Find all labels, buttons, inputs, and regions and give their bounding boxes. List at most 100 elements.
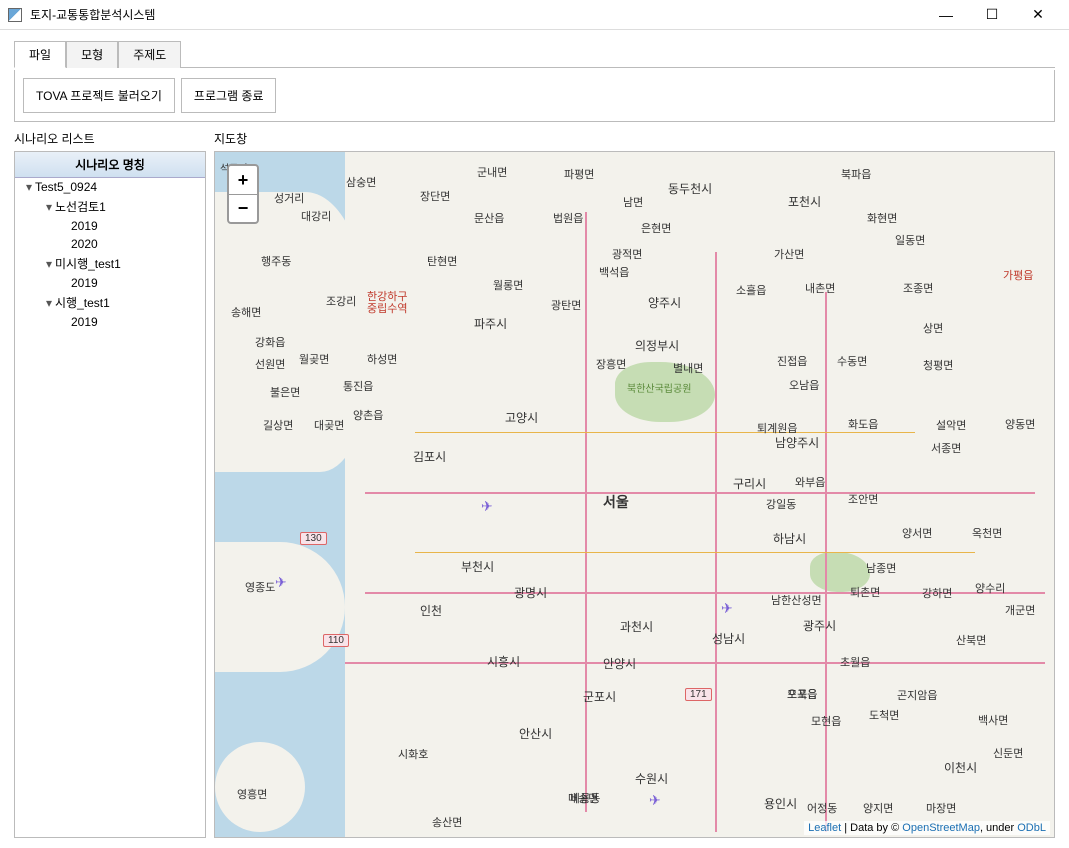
map-label: 매송면 xyxy=(568,790,598,806)
main-tabs: 파일 모형 주제도 xyxy=(14,40,1055,68)
map-label: 은현면 xyxy=(641,220,671,236)
map-label: 영종도 xyxy=(245,579,275,595)
map-label: 양수리 xyxy=(975,580,1005,596)
map-label: 가산면 xyxy=(774,246,804,262)
map-label: 월롱면 xyxy=(493,277,523,293)
map-label: 가평읍 xyxy=(1003,267,1033,283)
minimize-button[interactable]: — xyxy=(923,0,969,30)
chevron-down-icon[interactable]: ▾ xyxy=(43,257,55,271)
map-label: 산북면 xyxy=(956,632,986,648)
map-label: 개군면 xyxy=(1005,602,1035,618)
map-label: 백석읍 xyxy=(599,264,629,280)
maximize-button[interactable]: ☐ xyxy=(969,0,1015,30)
map-label: 북파읍 xyxy=(841,166,871,182)
tree-node[interactable]: ▾시행_test1 xyxy=(15,292,205,313)
map-label: 북한산국립공원 xyxy=(627,384,691,395)
tab-model[interactable]: 모형 xyxy=(66,41,118,68)
map-label: 광적면 xyxy=(612,246,642,262)
map-label: 백사면 xyxy=(978,712,1008,728)
map-label: 남한산성면 xyxy=(771,592,822,608)
map-label: 시흥시 xyxy=(487,653,520,670)
map-label: 선원면 xyxy=(255,356,285,372)
close-button[interactable]: ✕ xyxy=(1015,0,1061,30)
zoom-in-button[interactable]: + xyxy=(229,166,257,194)
map-label: 안산시 xyxy=(519,725,552,742)
map-label: 와부읍 xyxy=(795,474,825,490)
map-label: 광주시 xyxy=(803,617,836,634)
airport-icon: ✈ xyxy=(649,792,661,809)
map-label: 퇴계원읍 xyxy=(757,420,797,436)
toolbar: TOVA 프로젝트 불러오기 프로그램 종료 xyxy=(14,70,1055,122)
load-project-button[interactable]: TOVA 프로젝트 불러오기 xyxy=(23,78,175,113)
map-label: 파주시 xyxy=(474,315,507,332)
map-label: 광명시 xyxy=(514,584,547,601)
map-label: 양지면 xyxy=(863,800,893,816)
map-label: 길상면 xyxy=(263,417,293,433)
map-label: 남면 xyxy=(623,194,643,210)
route-badge: 110 xyxy=(323,634,349,647)
map-label: 오남읍 xyxy=(789,377,819,393)
map-label: 상면 xyxy=(923,320,943,336)
map-label: 통진읍 xyxy=(343,378,373,394)
map-label: 송해면 xyxy=(231,304,261,320)
exit-program-button[interactable]: 프로그램 종료 xyxy=(181,78,277,113)
route-badge: 130 xyxy=(300,532,327,545)
map-label: 초월읍 xyxy=(840,654,870,670)
odbl-link[interactable]: ODbL xyxy=(1017,822,1046,834)
chevron-down-icon[interactable]: ▾ xyxy=(23,180,35,194)
map-label: 조강리 xyxy=(326,293,356,309)
map-label: 안양시 xyxy=(603,655,636,672)
map-label: 서종면 xyxy=(931,440,961,456)
tree-root[interactable]: ▾Test5_0924 xyxy=(15,178,205,196)
map-label: 의정부시 xyxy=(635,337,679,354)
zoom-out-button[interactable]: − xyxy=(229,194,257,222)
map-label: 월곶면 xyxy=(299,351,329,367)
tree-node[interactable]: ▾노선검토1 xyxy=(15,196,205,217)
map-pane-title: 지도창 xyxy=(214,130,1055,147)
window-title: 토지-교통통합분석시스템 xyxy=(30,6,155,23)
map-label: 퇴촌면 xyxy=(850,584,880,600)
tree-leaf[interactable]: 2019 xyxy=(15,217,205,235)
map-attribution: Leaflet | Data by © OpenStreetMap, under… xyxy=(804,821,1050,835)
tab-file[interactable]: 파일 xyxy=(14,41,66,68)
map-view[interactable]: + − 130 1 xyxy=(214,151,1055,838)
map-label: 김포시 xyxy=(413,448,446,465)
map-label: 광탄면 xyxy=(551,297,581,313)
map-label: 조안면 xyxy=(848,491,878,507)
map-label: 강화읍 xyxy=(255,334,285,350)
tree-node[interactable]: ▾미시행_test1 xyxy=(15,253,205,274)
map-label: 대강리 xyxy=(301,208,331,224)
map-label: 구리시 xyxy=(733,475,766,492)
map-label: 하남시 xyxy=(773,530,806,547)
chevron-down-icon[interactable]: ▾ xyxy=(43,200,55,214)
map-label: 행주동 xyxy=(261,253,291,269)
map-label: 강일동 xyxy=(766,496,796,512)
map-label: 남양주시 xyxy=(775,434,819,451)
map-label: 도척면 xyxy=(869,707,899,723)
map-label: 군포시 xyxy=(583,688,616,705)
tree-leaf[interactable]: 2019 xyxy=(15,274,205,292)
map-label: 고양시 xyxy=(505,409,538,426)
app-icon xyxy=(8,8,22,22)
scenario-tree[interactable]: 시나리오 명칭 ▾Test5_0924 ▾노선검토1 2019 2020 ▾미시… xyxy=(14,151,206,838)
map-label: 법원읍 xyxy=(553,210,583,226)
map-label: 영흥면 xyxy=(237,786,267,802)
tree-leaf[interactable]: 2020 xyxy=(15,235,205,253)
chevron-down-icon[interactable]: ▾ xyxy=(43,296,55,310)
map-label: 마장면 xyxy=(926,800,956,816)
map-label: 수원시 xyxy=(635,770,668,787)
map-label: 중립수역 xyxy=(367,300,407,316)
osm-link[interactable]: OpenStreetMap xyxy=(902,822,980,834)
map-label: 용인시 xyxy=(764,795,797,812)
map-label: 이천시 xyxy=(944,759,977,776)
map-label: 양주시 xyxy=(648,294,681,311)
map-label: 조종면 xyxy=(903,280,933,296)
tree-leaf[interactable]: 2019 xyxy=(15,313,205,331)
map-label: 장흥면 xyxy=(596,356,626,372)
map-label: 불은면 xyxy=(270,384,300,400)
tree-header[interactable]: 시나리오 명칭 xyxy=(15,152,205,178)
leaflet-link[interactable]: Leaflet xyxy=(808,822,841,834)
map-label: 서울 xyxy=(603,492,629,512)
map-label: 남종면 xyxy=(866,560,896,576)
tab-theme[interactable]: 주제도 xyxy=(118,41,181,68)
